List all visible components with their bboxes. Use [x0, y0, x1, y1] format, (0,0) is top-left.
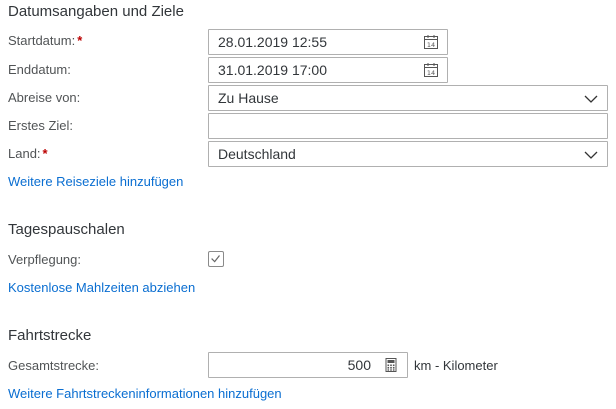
departure-label: Abreise von: — [8, 90, 81, 105]
end-date-field[interactable]: 31.01.2019 17:00 14 — [208, 57, 448, 83]
distance-unit: km - Kilometer — [414, 358, 498, 373]
country-label: Land: * — [8, 146, 48, 161]
calendar-icon[interactable]: 14 — [423, 34, 439, 50]
departure-select[interactable]: Zu Hause — [208, 85, 608, 111]
country-label-text: Land: — [8, 146, 41, 161]
meals-checkbox[interactable] — [208, 251, 224, 267]
calendar-icon[interactable]: 14 — [423, 62, 439, 78]
first-destination-input[interactable] — [208, 113, 608, 139]
total-distance-input[interactable]: 500 — [208, 352, 408, 378]
country-value[interactable]: Deutschland — [218, 146, 296, 162]
country-select[interactable]: Deutschland — [208, 141, 608, 167]
start-date-label-text: Startdatum: — [8, 33, 76, 48]
end-date-label: Enddatum: — [8, 62, 71, 77]
required-marker: * — [42, 146, 48, 161]
svg-text:14: 14 — [427, 41, 435, 49]
end-date-value[interactable]: 31.01.2019 17:00 — [218, 62, 327, 78]
total-distance-value[interactable]: 500 — [348, 357, 371, 373]
add-destinations-link[interactable]: Weitere Reiseziele hinzufügen — [8, 174, 183, 189]
total-distance-label: Gesamtstrecke: — [8, 358, 100, 373]
section-title-dates: Datumsangaben und Ziele — [8, 3, 184, 20]
calculator-icon[interactable] — [383, 357, 399, 373]
travel-form: Datumsangaben und Ziele Startdatum: * 28.… — [0, 0, 616, 409]
start-date-field[interactable]: 28.01.2019 12:55 14 — [208, 29, 448, 55]
section-title-distance: Fahrtstrecke — [8, 327, 92, 344]
chevron-down-icon[interactable] — [583, 91, 599, 107]
add-distance-info-link[interactable]: Weitere Fahrtstreckeninformationen hinzu… — [8, 386, 282, 401]
section-title-allowances: Tagespauschalen — [8, 221, 125, 238]
departure-value[interactable]: Zu Hause — [218, 90, 279, 106]
checkmark-icon — [211, 255, 220, 263]
first-destination-label: Erstes Ziel: — [8, 118, 74, 133]
chevron-down-icon[interactable] — [583, 147, 599, 163]
meals-label: Verpflegung: — [8, 252, 82, 267]
deduct-free-meals-link[interactable]: Kostenlose Mahlzeiten abziehen — [8, 280, 195, 295]
required-marker: * — [77, 33, 83, 48]
start-date-value[interactable]: 28.01.2019 12:55 — [218, 34, 327, 50]
start-date-label: Startdatum: * — [8, 33, 82, 48]
svg-text:14: 14 — [427, 69, 435, 77]
